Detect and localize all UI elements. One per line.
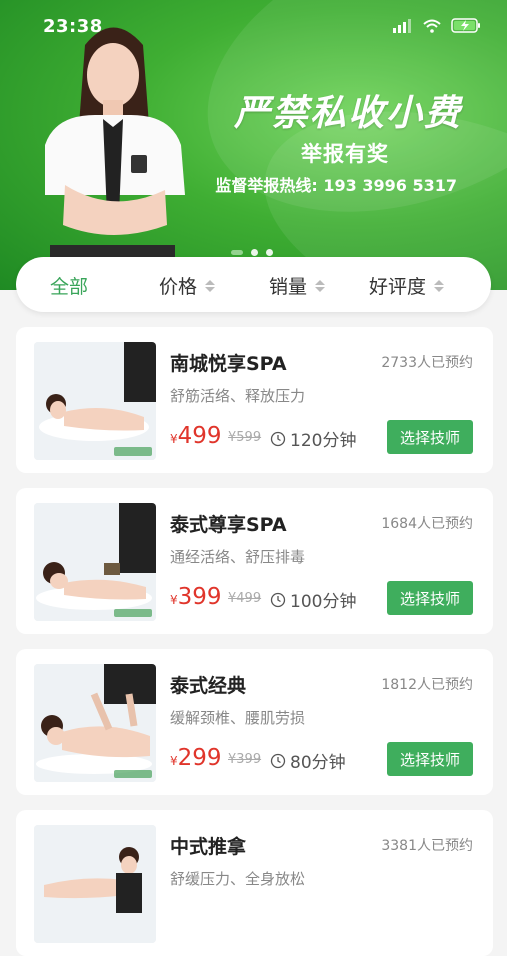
carousel-dot[interactable] bbox=[266, 249, 273, 256]
service-thumbnail bbox=[34, 664, 156, 782]
status-bar: 23:38 bbox=[0, 16, 507, 40]
service-description: 缓解颈椎、腰肌劳损 bbox=[170, 709, 306, 727]
choose-therapist-button[interactable]: 选择技师 bbox=[387, 742, 473, 776]
service-description: 舒缓压力、全身放松 bbox=[170, 870, 306, 888]
service-card[interactable]: 中式推拿 3381人已预约 舒缓压力、全身放松 bbox=[16, 810, 493, 956]
booked-count: 1812人已预约 bbox=[381, 677, 473, 693]
promo-hotline: 监督举报热线: 193 3996 5317 bbox=[215, 176, 457, 195]
service-thumbnail bbox=[34, 825, 156, 943]
service-thumbnail bbox=[34, 342, 156, 460]
clock-icon bbox=[270, 592, 286, 607]
sort-arrows-icon bbox=[205, 279, 216, 292]
price-value: 299 bbox=[177, 745, 222, 771]
filter-all[interactable]: 全部 bbox=[50, 272, 88, 299]
sort-arrows-icon bbox=[315, 279, 326, 292]
battery-charging-icon bbox=[451, 18, 480, 33]
promo-person-image bbox=[45, 27, 185, 260]
promo-subtitle: 举报有奖 bbox=[301, 142, 389, 166]
promo-title: 严禁私收小费 bbox=[233, 93, 462, 134]
status-time: 23:38 bbox=[43, 16, 103, 37]
service-card[interactable]: 泰式尊享SPA 1684人已预约 通经活络、舒压排毒 ¥ 399 ¥499 10… bbox=[16, 488, 493, 634]
service-name: 泰式经典 bbox=[170, 675, 247, 697]
signal-icon bbox=[393, 18, 411, 33]
currency-symbol: ¥ bbox=[170, 754, 178, 768]
service-thumbnail bbox=[34, 503, 156, 621]
filter-all-label: 全部 bbox=[50, 276, 89, 298]
service-card[interactable]: 泰式经典 1812人已预约 缓解颈椎、腰肌劳损 ¥ 299 ¥399 80分钟 … bbox=[16, 649, 493, 795]
booked-count: 1684人已预约 bbox=[381, 516, 473, 532]
promo-banner[interactable]: 严禁私收小费 举报有奖 监督举报热线: 193 3996 5317 bbox=[0, 0, 507, 290]
filter-price-label: 价格 bbox=[159, 276, 198, 298]
carousel-dot-active[interactable] bbox=[231, 250, 243, 255]
carousel-indicator[interactable] bbox=[231, 249, 273, 256]
filter-sales[interactable]: 销量 bbox=[269, 272, 326, 299]
filter-price[interactable]: 价格 bbox=[159, 272, 216, 299]
carousel-dot[interactable] bbox=[251, 249, 258, 256]
service-duration: 80分钟 bbox=[270, 748, 346, 773]
clock-icon bbox=[270, 431, 286, 446]
sort-arrows-icon bbox=[434, 279, 445, 292]
clock-icon bbox=[270, 753, 286, 768]
duration-text: 100分钟 bbox=[290, 592, 357, 612]
service-duration: 100分钟 bbox=[270, 587, 356, 612]
choose-therapist-button[interactable]: 选择技师 bbox=[387, 420, 473, 454]
original-price: ¥599 bbox=[228, 430, 262, 445]
booked-count: 3381人已预约 bbox=[381, 838, 473, 854]
currency-symbol: ¥ bbox=[170, 432, 178, 446]
service-description: 舒筋活络、释放压力 bbox=[170, 387, 306, 405]
service-duration: 120分钟 bbox=[270, 426, 356, 451]
filter-rating-label: 好评度 bbox=[369, 276, 427, 298]
service-price: ¥ 499 bbox=[170, 423, 222, 449]
original-price: ¥499 bbox=[228, 591, 262, 606]
original-price: ¥399 bbox=[228, 752, 262, 767]
duration-text: 120分钟 bbox=[290, 431, 357, 451]
wifi-icon bbox=[423, 19, 441, 33]
choose-therapist-button[interactable]: 选择技师 bbox=[387, 581, 473, 615]
service-price: ¥ 399 bbox=[170, 584, 222, 610]
currency-symbol: ¥ bbox=[170, 593, 178, 607]
filter-sales-label: 销量 bbox=[269, 276, 308, 298]
service-name: 南城悦享SPA bbox=[170, 353, 287, 375]
service-card[interactable]: 南城悦享SPA 2733人已预约 舒筋活络、释放压力 ¥ 499 ¥599 12… bbox=[16, 327, 493, 473]
duration-text: 80分钟 bbox=[290, 753, 346, 773]
service-name: 中式推拿 bbox=[170, 836, 247, 858]
price-value: 499 bbox=[177, 423, 222, 449]
price-value: 399 bbox=[177, 584, 222, 610]
service-description: 通经活络、舒压排毒 bbox=[170, 548, 306, 566]
sort-filter-bar: 全部 价格 销量 好评度 bbox=[16, 257, 491, 312]
filter-rating[interactable]: 好评度 bbox=[369, 272, 445, 299]
service-price: ¥ 299 bbox=[170, 745, 222, 771]
service-name: 泰式尊享SPA bbox=[170, 514, 287, 536]
booked-count: 2733人已预约 bbox=[381, 355, 473, 371]
